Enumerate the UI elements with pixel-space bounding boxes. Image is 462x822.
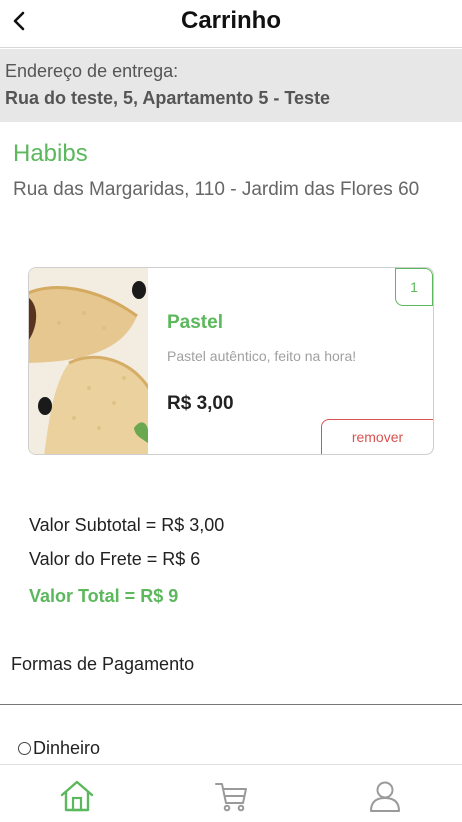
order-totals: Valor Subtotal = R$ 3,00 Valor do Frete … (29, 508, 224, 616)
item-name: Pastel (167, 312, 223, 333)
cart-icon (215, 782, 247, 811)
bottom-navigation (0, 764, 462, 822)
divider (0, 704, 462, 705)
delivery-address-label: Endereço de entrega: (5, 61, 179, 81)
item-quantity-badge[interactable]: 1 (395, 268, 433, 306)
remove-item-button[interactable]: remover (321, 419, 433, 454)
pastel-image (29, 268, 148, 454)
nav-item-profile[interactable] (308, 765, 462, 822)
total-text: Valor Total = R$ 9 (29, 586, 179, 606)
nav-item-cart[interactable] (154, 765, 308, 822)
app-header: Carrinho (0, 0, 462, 48)
store-name: Habibs (13, 140, 88, 167)
delivery-address-section: Endereço de entrega: Rua do teste, 5, Ap… (0, 49, 462, 122)
subtotal-text: Valor Subtotal = R$ 3,00 (29, 515, 225, 535)
payment-methods-title: Formas de Pagamento (11, 654, 195, 674)
payment-option-label: Dinheiro (33, 738, 101, 758)
user-icon (370, 781, 400, 812)
store-address: Rua das Margaridas, 110 - Jardim das Flo… (13, 179, 420, 200)
home-icon (60, 780, 94, 811)
page-title: Carrinho (180, 7, 281, 34)
nav-item-home[interactable] (0, 765, 154, 822)
radio-button[interactable] (18, 742, 31, 755)
shipping-text: Valor do Frete = R$ 6 (29, 549, 201, 569)
payment-option-dinheiro[interactable]: Dinheiro (18, 738, 100, 759)
item-description: Pastel autêntico, feito na hora! (167, 348, 357, 364)
cart-item-card: 1 Pastel Pastel autêntico, feito na hora… (28, 267, 434, 455)
delivery-address-value: Rua do teste, 5, Apartamento 5 - Teste (5, 88, 331, 108)
item-price: R$ 3,00 (167, 393, 234, 414)
